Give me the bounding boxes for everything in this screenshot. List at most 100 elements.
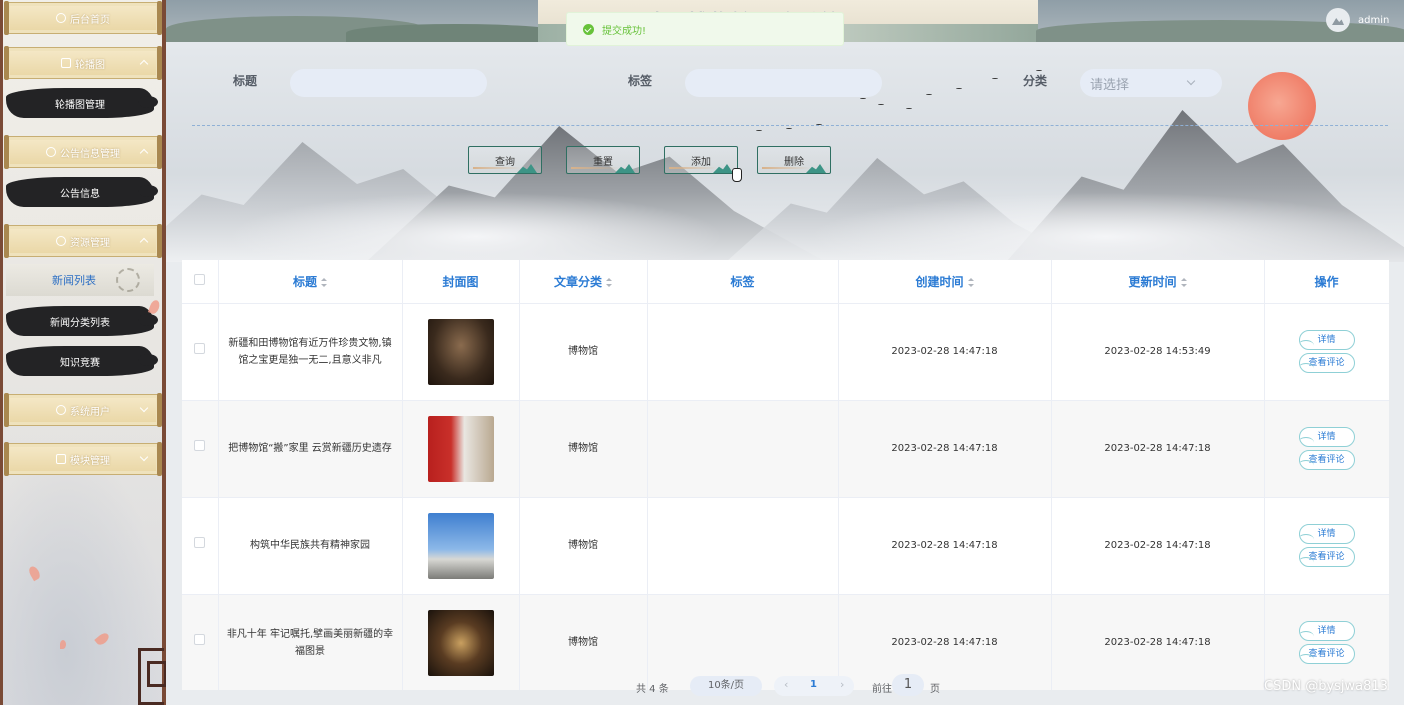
delete-button-label: 删除	[784, 156, 804, 168]
menu-modules-label: 模块管理	[70, 455, 110, 467]
cover-image[interactable]	[427, 415, 494, 482]
submenu-news-list[interactable]: 新闻列表	[6, 264, 154, 296]
cell-created: 2023-02-28 14:47:18	[838, 497, 1052, 595]
current-page[interactable]: 1	[810, 679, 817, 690]
chevron-up-icon	[139, 59, 149, 69]
bird-decoration	[786, 128, 792, 130]
next-page-icon[interactable]: ›	[840, 678, 848, 692]
cell-cover	[402, 303, 520, 401]
prev-page-icon[interactable]: ‹	[784, 678, 792, 692]
sort-icon[interactable]	[1180, 277, 1187, 287]
tag-search-input[interactable]	[685, 69, 882, 97]
title-search-input[interactable]	[290, 69, 487, 97]
sort-icon[interactable]	[967, 277, 974, 287]
header-title[interactable]: 标题	[218, 260, 403, 304]
cell-tags	[647, 497, 839, 595]
cell-tags	[647, 303, 839, 401]
username[interactable]: admin	[1358, 15, 1389, 26]
detail-button[interactable]: 详情	[1298, 427, 1355, 447]
add-button[interactable]: 添加	[664, 146, 738, 174]
cover-image[interactable]	[427, 512, 494, 579]
view-comments-button[interactable]: 查看评论	[1298, 353, 1355, 373]
cover-image[interactable]	[427, 609, 494, 676]
row-checkbox[interactable]	[194, 634, 206, 645]
row-checkbox[interactable]	[194, 440, 206, 451]
grid-icon	[56, 454, 66, 464]
cell-updated: 2023-02-28 14:53:49	[1051, 303, 1265, 401]
submenu-carousel-manage[interactable]: 轮播图管理	[6, 88, 158, 118]
delete-button[interactable]: 删除	[757, 146, 831, 174]
menu-home[interactable]: 后台首页	[4, 1, 162, 35]
row-select-cell	[182, 400, 219, 498]
view-comments-button[interactable]: 查看评论	[1298, 450, 1355, 470]
bird-decoration	[860, 98, 866, 100]
goto-page-input[interactable]: 1	[892, 674, 924, 696]
cell-category: 博物馆	[519, 497, 648, 595]
submenu-quiz[interactable]: 知识竞赛	[6, 346, 158, 376]
cover-image[interactable]	[427, 318, 494, 385]
bird-decoration	[906, 108, 912, 110]
menu-carousel[interactable]: 轮播图	[4, 46, 162, 80]
detail-button[interactable]: 详情	[1298, 621, 1355, 641]
menu-users-label: 系统用户	[70, 406, 110, 418]
submenu-notice[interactable]: 公告信息	[6, 177, 158, 207]
query-button-label: 查询	[495, 156, 515, 168]
cell-category: 博物馆	[519, 303, 648, 401]
pagination: 共 4 条 10条/页 ‹ 1 › 前往 1 页	[182, 674, 1389, 698]
page-unit-label: 页	[930, 684, 940, 695]
brush-stroke	[571, 167, 619, 169]
row-checkbox[interactable]	[194, 343, 206, 354]
row-checkbox[interactable]	[194, 537, 206, 548]
reset-button[interactable]: 重置	[566, 146, 640, 174]
cell-updated: 2023-02-28 14:47:18	[1051, 497, 1265, 595]
detail-button[interactable]: 详情	[1298, 524, 1355, 544]
header-tags: 标签	[647, 260, 839, 304]
brush-stroke	[762, 167, 810, 169]
select-all-cell	[182, 260, 219, 304]
page-size-select[interactable]: 10条/页	[690, 676, 762, 696]
submenu-notice-label: 公告信息	[60, 188, 100, 200]
chevron-down-icon	[139, 452, 149, 462]
chevron-down-icon	[139, 403, 149, 413]
header-category[interactable]: 文章分类	[519, 260, 648, 304]
view-comments-button[interactable]: 查看评论	[1298, 547, 1355, 567]
submenu-news-category[interactable]: 新闻分类列表	[6, 306, 158, 336]
header-updated[interactable]: 更新时间	[1051, 260, 1265, 304]
sidebar-left-border	[0, 0, 3, 705]
view-comments-button[interactable]: 查看评论	[1298, 644, 1355, 664]
query-button[interactable]: 查询	[468, 146, 542, 174]
menu-home-label: 后台首页	[70, 14, 110, 26]
detail-button[interactable]: 详情	[1298, 330, 1355, 350]
submenu-quiz-label: 知识竞赛	[60, 357, 100, 369]
select-all-checkbox[interactable]	[194, 274, 206, 286]
menu-resource-label: 资源管理	[70, 237, 110, 249]
chevron-up-icon	[139, 237, 149, 247]
category-select[interactable]: 请选择	[1080, 69, 1222, 97]
header-category-label: 文章分类	[553, 274, 602, 289]
bird-decoration	[956, 88, 962, 90]
search-panel: 标题 标签 分类 请选择 查询 重置 添加 删除	[166, 42, 1404, 262]
cell-actions: 详情 查看评论	[1264, 497, 1389, 595]
avatar[interactable]	[1326, 8, 1350, 32]
cell-created: 2023-02-28 14:47:18	[838, 400, 1052, 498]
menu-users[interactable]: 系统用户	[4, 393, 162, 427]
header-cover: 封面图	[402, 260, 520, 304]
header-created[interactable]: 创建时间	[838, 260, 1052, 304]
row-select-cell	[182, 497, 219, 595]
header-actions-label: 操作	[1314, 274, 1339, 289]
header-title-label: 标题	[292, 274, 317, 289]
sort-icon[interactable]	[606, 277, 612, 287]
submenu-news-list-label: 新闻列表	[52, 274, 96, 287]
menu-notice[interactable]: 公告信息管理	[4, 135, 162, 169]
home-icon	[56, 13, 66, 23]
sort-icon[interactable]	[321, 277, 327, 287]
category-filter-label: 分类	[1023, 74, 1048, 88]
menu-modules[interactable]: 模块管理	[4, 442, 162, 476]
cell-title: 新疆和田博物馆有近万件珍贵文物,镇馆之宝更是独一无二,且意义非凡	[218, 303, 403, 401]
hill-decoration	[346, 24, 566, 42]
divider	[192, 125, 1388, 126]
menu-resource[interactable]: 资源管理	[4, 224, 162, 258]
row-select-cell	[182, 303, 219, 401]
header-created-label: 创建时间	[915, 274, 964, 289]
table-header-row: 标题 封面图 文章分类 标签 创建时间 更新时间 操作	[182, 260, 1389, 304]
